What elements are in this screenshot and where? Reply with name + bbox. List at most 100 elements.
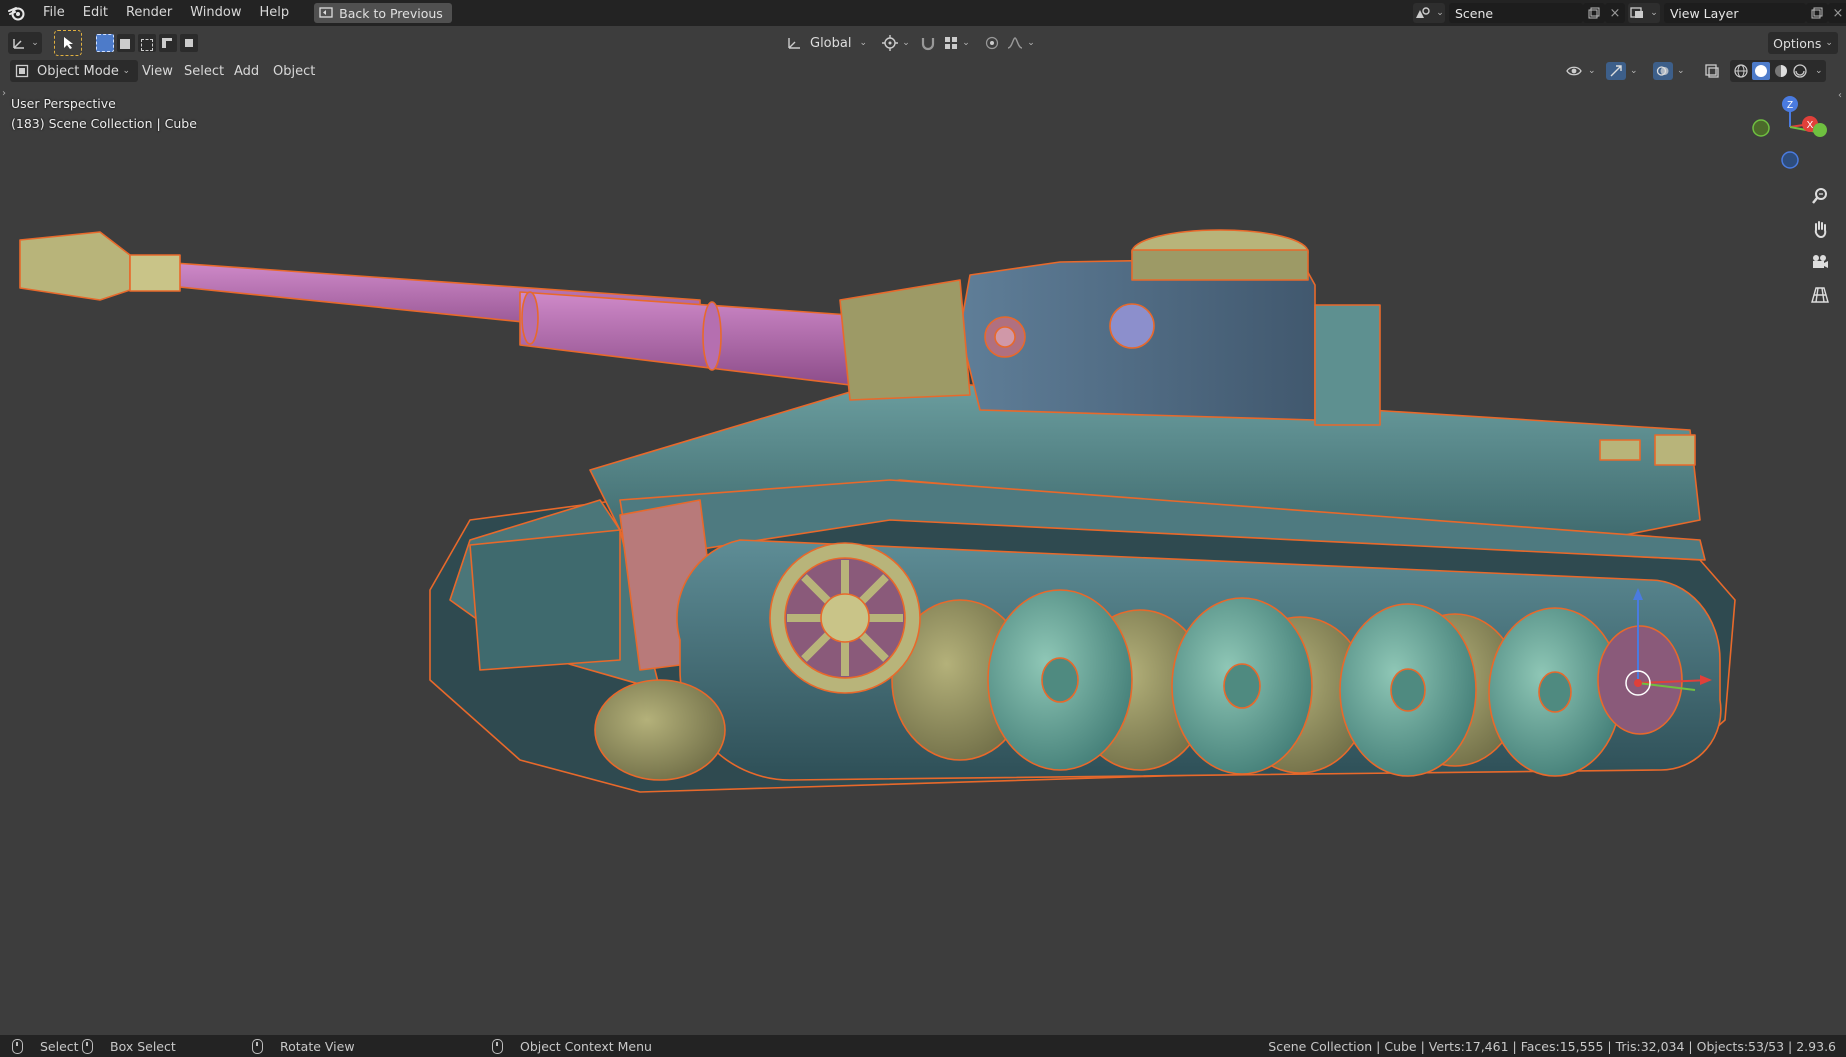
selection-mode-group: [94, 32, 200, 54]
blender-logo-icon[interactable]: [0, 0, 34, 26]
cursor-arrow-icon: [64, 37, 73, 49]
orientation-axes-icon: [788, 38, 800, 49]
falloff-curve-icon: [1008, 37, 1023, 49]
menu-edit[interactable]: Edit: [74, 0, 117, 26]
camera-view-button[interactable]: [1806, 248, 1834, 276]
mouse-left-icon: [12, 1038, 23, 1054]
turret-rear-box: [1314, 304, 1381, 426]
turret-vision-port: [1109, 303, 1155, 349]
new-view-layer-icon[interactable]: [1806, 3, 1828, 23]
3d-viewport[interactable]: User Perspective (183) Scene Collection …: [0, 82, 1846, 1035]
transform-orientation-label: Global: [810, 35, 852, 51]
snap-target-dropdown[interactable]: ⌄: [940, 32, 974, 54]
gizmo-z-label: Z: [1787, 100, 1793, 111]
scene-icon[interactable]: ⌄: [1413, 3, 1445, 23]
overlays-toggle[interactable]: ⌄: [1653, 60, 1685, 82]
gizmo-toggle[interactable]: ⌄: [1606, 60, 1638, 82]
overlays-icon: [1656, 66, 1669, 76]
shading-options-chevron-icon[interactable]: ⌄: [1815, 66, 1823, 76]
delete-scene-icon[interactable]: ×: [1605, 3, 1625, 23]
zoom-view-button[interactable]: [1806, 182, 1834, 210]
gun-mantlet: [839, 279, 971, 401]
back-to-previous-label: Back to Previous: [339, 5, 443, 21]
pivot-icon: [882, 35, 899, 51]
select-tool-button[interactable]: [54, 30, 82, 56]
tool-settings-bar: ⌄ Global ⌄ ⌄ ⌄ ⌄ Options ⌄: [0, 26, 1846, 60]
toolbar-toggle-icon[interactable]: ›: [2, 88, 6, 99]
back-to-previous-button[interactable]: Back to Previous: [314, 3, 452, 23]
select-subtract-icon[interactable]: [138, 34, 156, 52]
status-context-hint: Object Context Menu: [492, 1035, 652, 1057]
visibility-dropdown[interactable]: ⌄: [1566, 60, 1596, 82]
status-box-select-hint: Box Select: [82, 1035, 176, 1057]
muzzle-brake: [19, 231, 131, 301]
scene-statistics: Scene Collection | Cube | Verts:17,461 |…: [1268, 1038, 1836, 1054]
mouse-drag-icon: [82, 1038, 93, 1054]
select-intersect-icon[interactable]: [180, 34, 198, 52]
mouse-middle-icon: [252, 1038, 263, 1054]
transform-orientation-dropdown[interactable]: Global ⌄: [786, 32, 874, 54]
gizmo-icon: [1610, 65, 1622, 77]
status-select-hint: Select: [12, 1035, 79, 1057]
menu-render[interactable]: Render: [117, 0, 181, 26]
delete-view-layer-icon[interactable]: ×: [1828, 3, 1846, 23]
screen-back-icon: [319, 7, 333, 18]
scene-selector[interactable]: ⌄ Scene ×: [1413, 3, 1625, 23]
options-dropdown[interactable]: Options ⌄: [1768, 32, 1838, 54]
eye-icon: [1566, 66, 1582, 76]
view-layer-selector[interactable]: ⌄ View Layer ×: [1628, 3, 1846, 23]
mode-selector[interactable]: Object Mode ⌄: [10, 60, 138, 82]
turret-cupola-side: [1131, 249, 1309, 281]
wireframe-shading-icon[interactable]: [1733, 63, 1749, 79]
shading-mode-group: ⌄: [1730, 60, 1826, 82]
rendered-shading-icon[interactable]: [1792, 63, 1808, 79]
header-menu-add[interactable]: Add: [228, 60, 265, 82]
falloff-dropdown[interactable]: ⌄: [1004, 32, 1038, 54]
hand-icon: [1814, 221, 1827, 238]
proportional-editing-toggle[interactable]: [982, 32, 1002, 54]
header-menu-select[interactable]: Select: [178, 60, 230, 82]
header-menu-view[interactable]: View: [136, 60, 179, 82]
status-select-label: Select: [40, 1038, 79, 1054]
mode-label: Object Mode: [37, 63, 119, 79]
editor-type-button[interactable]: ⌄: [8, 32, 42, 54]
gizmo-x-label: X: [1807, 120, 1814, 131]
sidebar-toggle-icon[interactable]: ‹: [1838, 90, 1842, 101]
camera-icon: [1813, 255, 1828, 268]
magnet-icon: [921, 38, 935, 51]
pivot-point-dropdown[interactable]: ⌄: [880, 32, 912, 54]
mouse-right-icon: [492, 1038, 503, 1054]
snap-toggle[interactable]: [918, 32, 938, 54]
solid-shading-icon[interactable]: [1752, 62, 1770, 80]
select-invert-icon[interactable]: [159, 34, 177, 52]
status-box-select-label: Box Select: [110, 1038, 176, 1054]
menu-file[interactable]: File: [34, 0, 74, 26]
menu-help[interactable]: Help: [251, 0, 299, 26]
scene-name-field[interactable]: Scene: [1449, 3, 1583, 23]
gun-barrel-sleeve: [519, 291, 851, 386]
view-layer-name-field[interactable]: View Layer: [1664, 3, 1806, 23]
grid-perspective-icon: [1811, 287, 1829, 303]
xray-toggle[interactable]: [1704, 60, 1720, 82]
new-scene-icon[interactable]: [1583, 3, 1605, 23]
snap-grid-icon: [945, 37, 958, 49]
status-rotate-hint: Rotate View: [252, 1035, 355, 1057]
navigation-gizmo[interactable]: Z X: [1745, 92, 1835, 172]
axes-icon: [13, 39, 25, 49]
material-shading-icon[interactable]: [1773, 63, 1789, 79]
proportional-icon: [985, 36, 999, 50]
select-new-icon[interactable]: [96, 34, 114, 52]
top-menu-bar: File Edit Render Window Help Back to Pre…: [0, 0, 1846, 26]
options-label: Options: [1773, 35, 1822, 51]
menu-window[interactable]: Window: [181, 0, 250, 26]
hull-front-plate: [469, 529, 621, 671]
pan-view-button[interactable]: [1806, 215, 1834, 243]
object-mode-icon: [15, 64, 29, 78]
perspective-toggle-button[interactable]: [1806, 281, 1834, 309]
select-extend-icon[interactable]: [117, 34, 135, 52]
header-menu-object[interactable]: Object: [267, 60, 321, 82]
status-context-label: Object Context Menu: [520, 1038, 652, 1054]
tank-model[interactable]: [0, 82, 1846, 1035]
view-layer-icon[interactable]: ⌄: [1628, 3, 1660, 23]
xray-icon: [1705, 64, 1719, 78]
